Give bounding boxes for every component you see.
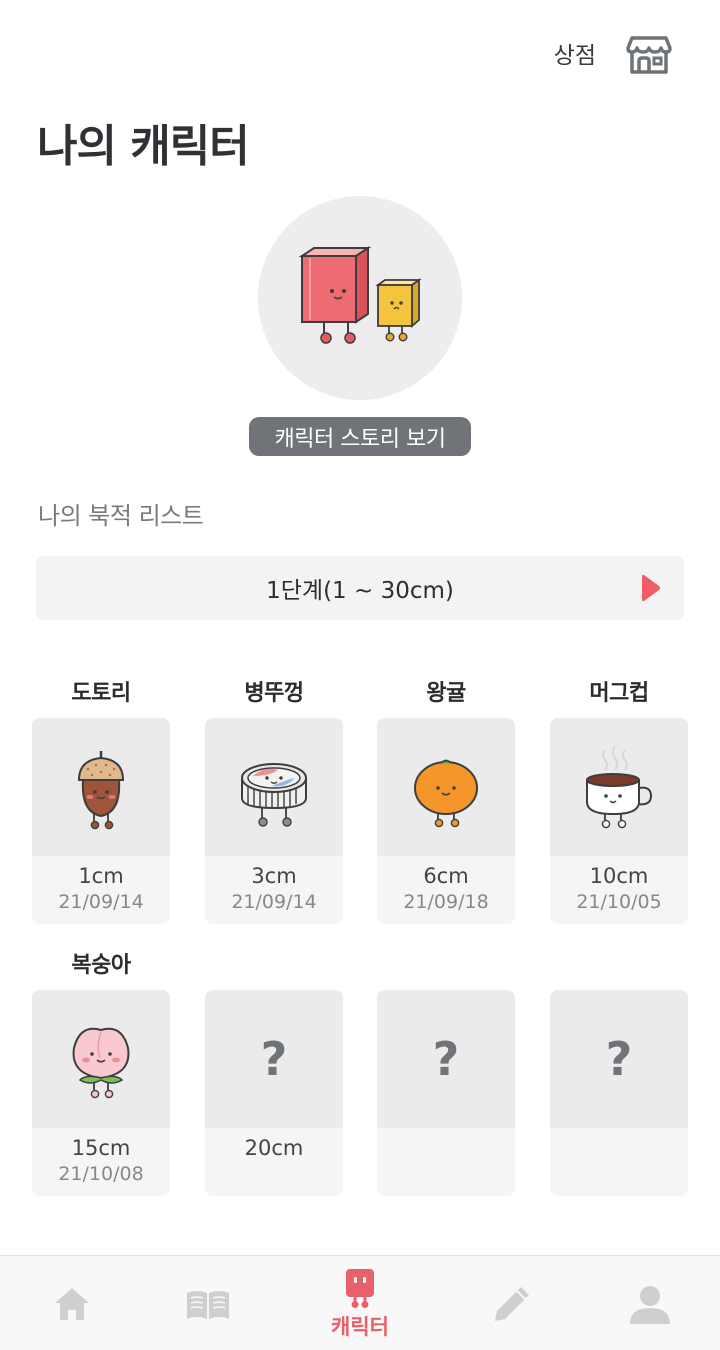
tab-write[interactable] — [440, 1256, 584, 1350]
tab-profile[interactable] — [578, 1256, 720, 1350]
book-characters-illustration — [298, 246, 422, 344]
character-card[interactable]: 도토리 1cm 21/09/14 — [32, 670, 170, 924]
question-mark: ? — [260, 1032, 288, 1086]
pencil-icon — [495, 1286, 529, 1321]
character-name — [550, 942, 688, 990]
tab-character[interactable]: 캐릭터 — [288, 1256, 432, 1350]
character-name: 왕귤 — [426, 681, 466, 706]
character-size: 15cm — [71, 1136, 131, 1160]
store-icon[interactable] — [626, 30, 672, 76]
question-mark: ? — [605, 1032, 633, 1086]
shop-link[interactable]: 상점 — [554, 30, 672, 76]
locked-character-card[interactable]: ? — [550, 942, 688, 1196]
character-date: 21/09/14 — [231, 891, 317, 913]
character-card[interactable]: 머그컵 10cm 21/10/05 — [550, 670, 688, 924]
mug-icon — [586, 745, 653, 829]
character-card[interactable]: 병뚜껑 3cm 21/09/14 — [205, 670, 343, 924]
stage-selector[interactable]: 1단계(1 ~ 30cm) — [36, 556, 684, 620]
question-mark: ? — [432, 1032, 460, 1086]
tab-character-label: 캐릭터 — [331, 1314, 389, 1339]
character-size: 20cm — [244, 1136, 304, 1160]
character-avatar — [258, 196, 462, 400]
tangerine-icon — [414, 759, 478, 828]
character-grid: 도토리 1cm 21/09/14 병뚜껑 3cm 21/09/14 왕귤 6cm… — [32, 670, 688, 1214]
character-size: 3cm — [251, 864, 297, 888]
character-name — [377, 942, 515, 990]
character-size: 10cm — [589, 864, 649, 888]
character-date: 21/10/08 — [58, 1163, 144, 1185]
character-name: 복숭아 — [71, 953, 131, 978]
character-row: 도토리 1cm 21/09/14 병뚜껑 3cm 21/09/14 왕귤 6cm… — [32, 670, 688, 942]
tab-books[interactable] — [136, 1256, 280, 1350]
character-date: 21/09/18 — [403, 891, 489, 913]
bottom-tab-bar: 캐릭터 — [0, 1255, 720, 1350]
acorn-icon — [77, 751, 125, 830]
play-arrow-icon[interactable] — [640, 572, 662, 604]
character-name — [205, 942, 343, 990]
character-story-button[interactable]: 캐릭터 스토리 보기 — [249, 417, 471, 456]
tab-home[interactable] — [0, 1256, 144, 1350]
book-icon — [187, 1290, 229, 1319]
peach-icon — [72, 1027, 130, 1099]
character-size: 6cm — [423, 864, 469, 888]
character-date: 21/09/14 — [58, 891, 144, 913]
character-name: 도토리 — [71, 681, 131, 706]
page-title: 나의 캐릭터 — [37, 121, 250, 172]
book-list-label: 나의 북적 리스트 — [38, 502, 204, 530]
character-icon — [346, 1268, 374, 1308]
locked-character-card[interactable]: ? 20cm — [205, 942, 343, 1196]
character-date: 21/10/05 — [576, 891, 662, 913]
character-card[interactable]: 왕귤 6cm 21/09/18 — [377, 670, 515, 924]
character-row: 복숭아 15cm 21/10/08 ? 20cm ? ? — [32, 942, 688, 1214]
character-card[interactable]: 복숭아 15cm 21/10/08 — [32, 942, 170, 1196]
shop-label: 상점 — [553, 43, 596, 69]
locked-character-card[interactable]: ? — [377, 942, 515, 1196]
character-size: 1cm — [78, 864, 124, 888]
bottle-cap-icon — [241, 763, 307, 827]
character-name: 머그컵 — [589, 681, 649, 706]
stage-label: 1단계(1 ~ 30cm) — [266, 578, 454, 604]
home-icon — [55, 1287, 89, 1320]
profile-icon — [630, 1285, 670, 1324]
character-name: 병뚜껑 — [244, 681, 304, 706]
